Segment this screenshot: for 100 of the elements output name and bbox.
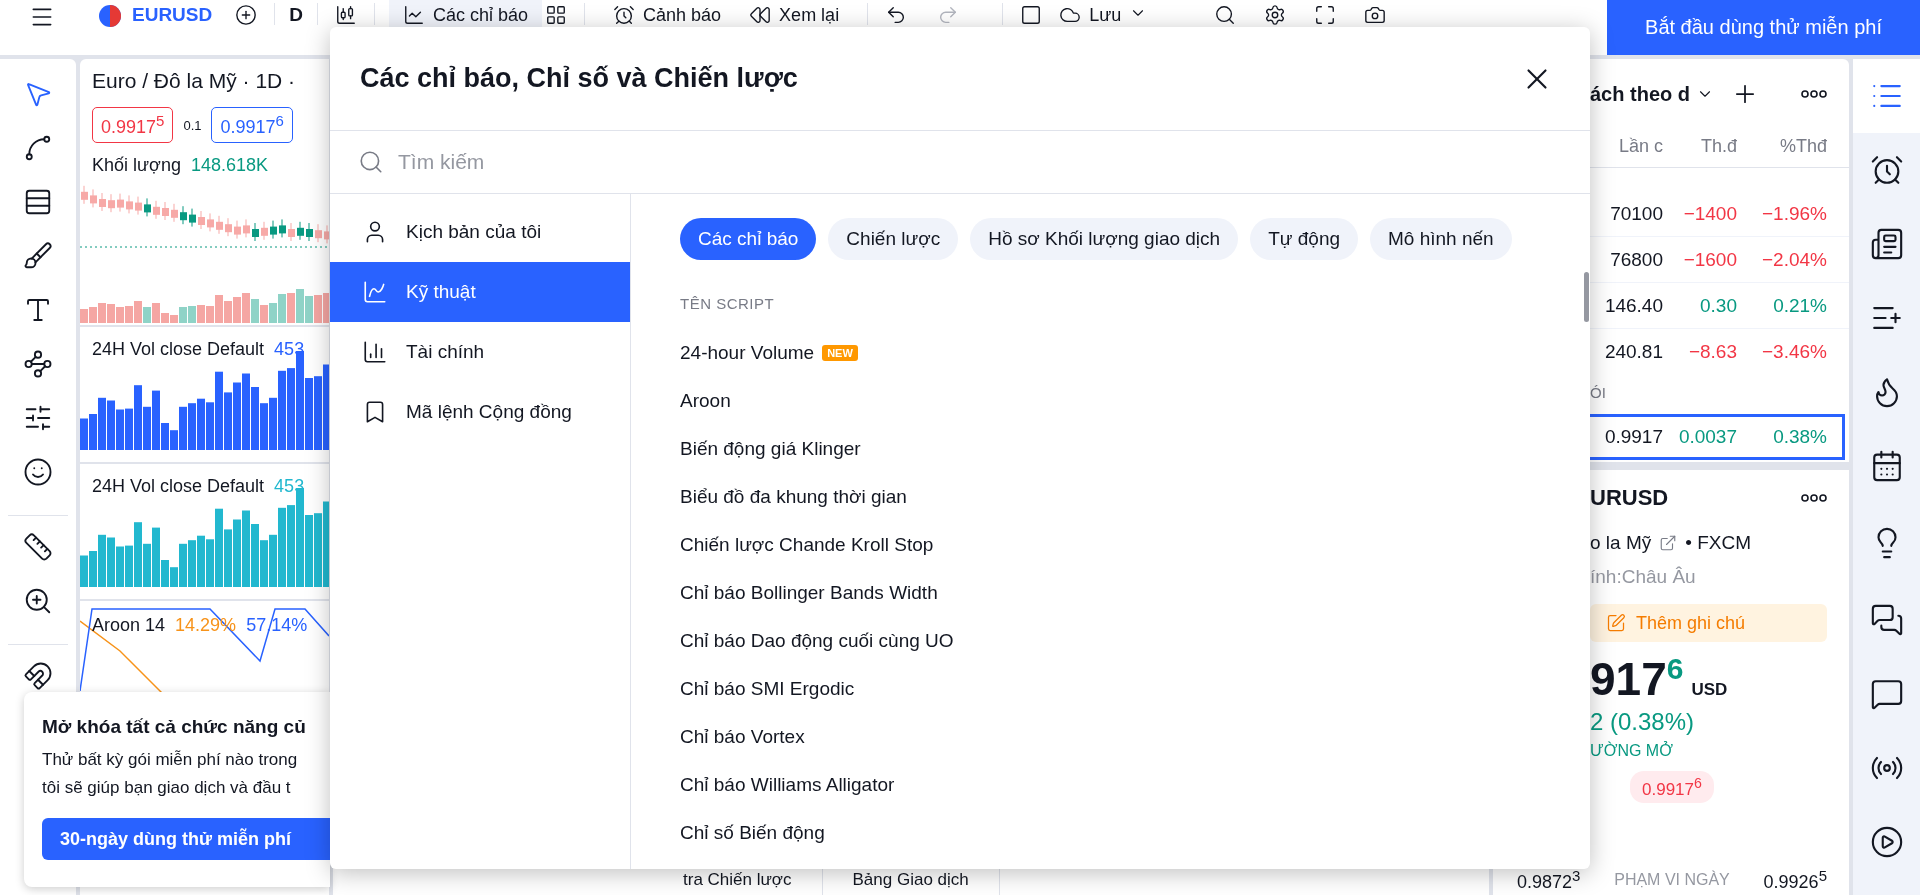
candle	[135, 196, 142, 216]
symbol-label[interactable]: EURUSD	[132, 4, 213, 26]
range-high: 0.9926$^{5}$	[1763, 867, 1827, 893]
market-status: ƯỜNG MỞ	[1590, 742, 1673, 760]
candle	[225, 217, 232, 237]
filter-tab[interactable]: Các chỉ báo	[680, 218, 817, 260]
table-cell-text: −3.46%	[1761, 340, 1827, 363]
candle	[117, 193, 124, 213]
table-cell-text: 0.30	[1699, 294, 1737, 317]
candle	[288, 222, 295, 242]
indicator-name: 24H Vol close Default	[92, 476, 265, 497]
script-item[interactable]: 24-hour Volume NEW	[680, 329, 858, 377]
rewind-icon	[749, 4, 772, 26]
watchlist-title[interactable]: ách theo d	[1590, 82, 1690, 106]
filter-tab[interactable]: Chiến lược	[828, 218, 959, 260]
filter-tab[interactable]: Mô hình nến	[1370, 218, 1512, 260]
category-item[interactable]: Kịch bản của tôi	[330, 202, 630, 262]
free-trial-button[interactable]: Bắt đầu dùng thử miễn phí	[1607, 0, 1920, 55]
magnet-icon	[23, 661, 53, 691]
table-cell-text: −8.63	[1687, 340, 1737, 363]
table-cell-text: 76800	[1609, 248, 1663, 271]
script-item[interactable]: Biến động giá Klinger	[680, 425, 861, 473]
candle	[90, 188, 97, 208]
symbol-name: URUSD	[1590, 485, 1669, 511]
script-item[interactable]: Biểu đồ đa khung thời gian	[680, 473, 907, 521]
script-item[interactable]: Chỉ báo Vortex	[680, 713, 805, 761]
candle	[153, 200, 160, 220]
candle	[207, 212, 214, 232]
camera-icon	[1364, 4, 1387, 26]
script-item[interactable]: Chỉ báo SMI Ergodic	[680, 665, 855, 713]
smiley-icon	[23, 457, 53, 487]
table-cell-text: −2.04%	[1761, 248, 1827, 271]
alarm-clock-icon	[1869, 153, 1904, 187]
new-badge: NEW	[822, 345, 858, 361]
ruler-icon	[23, 532, 53, 562]
script-item[interactable]: Aroon	[680, 377, 731, 425]
ask-price: 0.9917$^{6}$	[1630, 770, 1714, 804]
table-cell-text: 0.9917	[1603, 426, 1663, 448]
category-item[interactable]: Tài chính	[330, 322, 630, 382]
save-button[interactable]: Lưu	[1045, 0, 1162, 55]
brush-icon	[23, 241, 53, 271]
candlestick-icon	[334, 4, 357, 26]
more-icon	[1801, 90, 1827, 98]
sell-price[interactable]: 0.9917$^{5}$	[92, 107, 174, 143]
candle	[234, 220, 241, 240]
interval-label[interactable]: D	[289, 4, 303, 26]
pattern-icon	[23, 349, 53, 379]
square-icon	[1020, 4, 1043, 26]
table-cell-text: −1600	[1682, 248, 1737, 271]
newspaper-icon	[1869, 227, 1904, 261]
candle	[144, 197, 151, 217]
exchange-label: • FXCM	[1685, 532, 1751, 554]
table-cell-text: 0.0037	[1677, 426, 1737, 448]
scrollbar-thumb[interactable]	[1584, 272, 1589, 322]
flag-icon	[98, 4, 122, 28]
chat-bubble-icon	[1869, 677, 1904, 711]
script-item[interactable]: Chỉ báo Dao động cuối cùng UO	[680, 617, 954, 665]
grid-icon	[545, 4, 568, 26]
zoom-in-icon	[23, 586, 53, 616]
category-item[interactable]: Kỹ thuật	[330, 262, 630, 322]
script-item[interactable]: Chỉ số Biến động	[680, 809, 825, 857]
filter-tab[interactable]: Tự động	[1250, 218, 1359, 260]
toolbar-button[interactable]: Cảnh báo	[599, 0, 736, 55]
alarm-clock-icon	[613, 4, 636, 26]
line-chart-icon	[362, 279, 388, 305]
filter-tab[interactable]: Hồ sơ Khối lượng giao dịch	[970, 218, 1239, 260]
candle	[279, 218, 286, 238]
column-header[interactable]: %Thđ	[1737, 135, 1827, 157]
free-trial-button[interactable]: 30-ngày dùng thử miễn phí	[42, 818, 330, 860]
script-item[interactable]: Chỉ báo Bollinger Bands Width	[680, 569, 938, 617]
script-item[interactable]: Chiến lược Chande Kroll Stop	[680, 521, 934, 569]
sliders-icon	[23, 403, 53, 433]
fullscreen-icon	[1314, 4, 1337, 26]
column-header[interactable]: Lần c	[1590, 135, 1663, 157]
promo-text: Thử bất kỳ gói miễn phí nào trong tôi sẽ giúp bạn giao dịch và đầu t	[42, 749, 299, 799]
range-low: 0.9872$^{3}$	[1517, 867, 1581, 893]
chat-bubbles-icon	[1869, 603, 1904, 637]
price-change: 2 (0.38%)	[1590, 708, 1695, 736]
table-cell-text: 240.81	[1603, 340, 1663, 363]
script-item[interactable]: Chỉ báo Williams Alligator	[680, 761, 895, 809]
indicator-name: Aroon 14	[92, 615, 166, 636]
table-cell-text: 146.40	[1603, 294, 1663, 317]
candle	[162, 201, 169, 221]
currency-label: USD	[1691, 680, 1728, 700]
settings-icon	[1264, 4, 1287, 26]
plus-circle-icon	[235, 4, 258, 26]
buy-price[interactable]: 0.9917$^{6}$	[211, 107, 293, 143]
candle	[99, 192, 106, 212]
candle	[261, 221, 268, 241]
category-label: ính:Châu Âu	[1590, 566, 1696, 588]
category-item[interactable]: Mã lệnh Cộng đồng	[330, 382, 630, 442]
line-chart-icon	[402, 4, 425, 26]
symbol-description: o la Mỹ	[1590, 532, 1652, 554]
candle	[297, 221, 304, 241]
toolbar-button[interactable]: Xem lại	[735, 0, 854, 55]
column-header[interactable]: Th.đ	[1663, 135, 1737, 157]
candle	[315, 223, 322, 243]
lines-icon	[23, 187, 53, 217]
chart-title: Euro / Đô la Mỹ · 1D ·	[92, 69, 296, 93]
table-cell-text: 0.38%	[1772, 426, 1827, 448]
